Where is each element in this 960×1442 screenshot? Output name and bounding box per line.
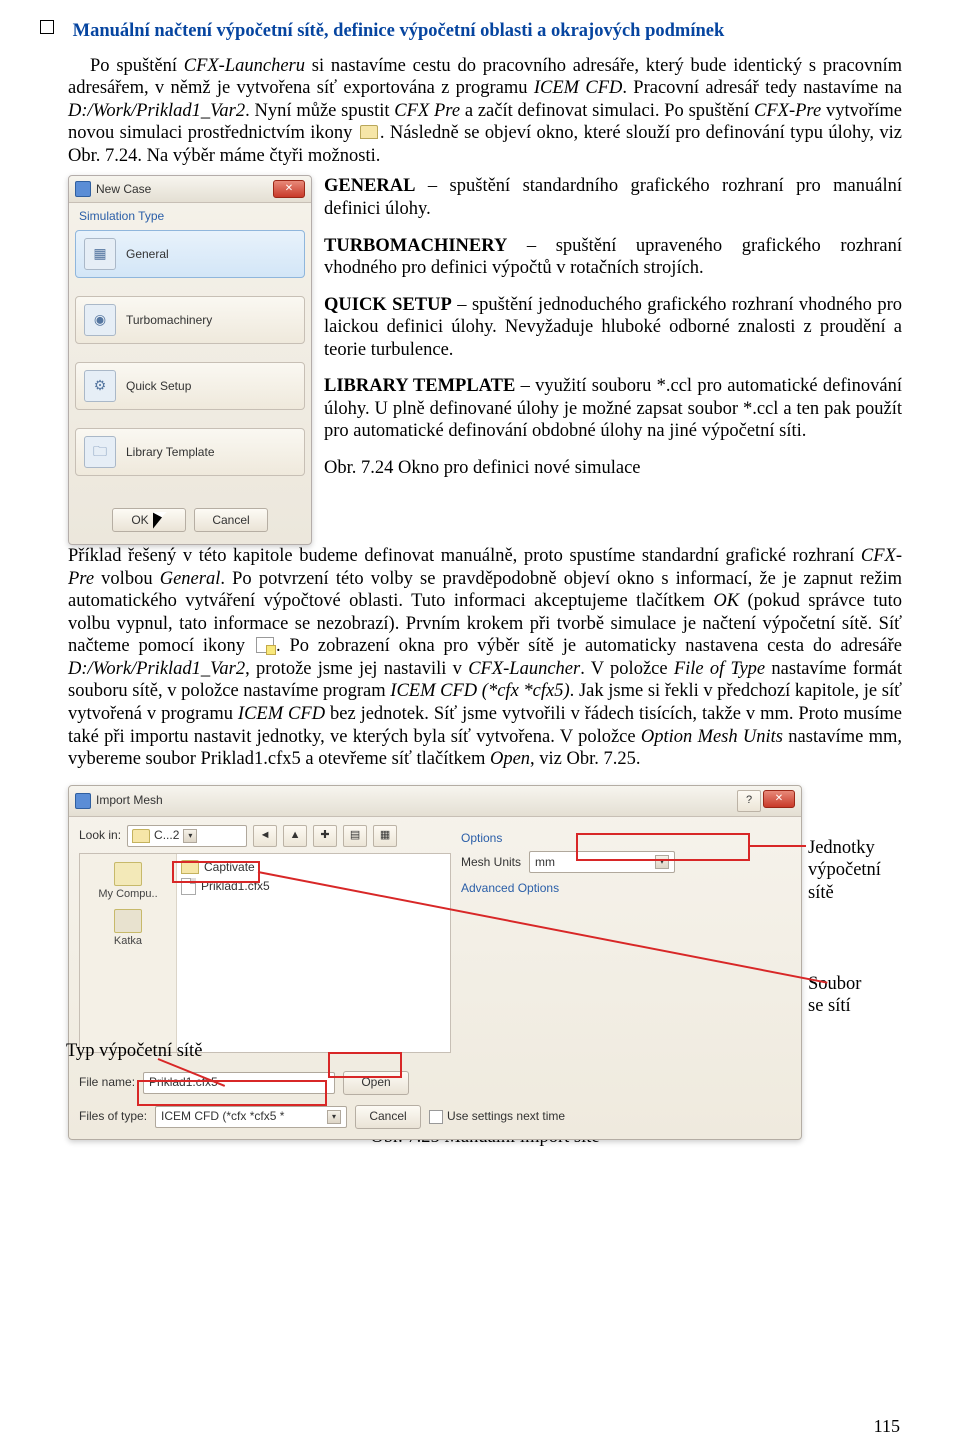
highlight-mesh-units — [576, 833, 750, 861]
new-case-window: New Case ✕ Simulation Type ▦ General ◉ T… — [68, 175, 312, 545]
paragraph-2: Příklad řešený v této kapitole budeme de… — [68, 545, 902, 771]
highlight-open — [328, 1052, 402, 1078]
library-icon: 🗀 — [84, 436, 116, 468]
sidebar-user[interactable]: Katka — [84, 905, 172, 952]
back-button[interactable]: ◄ — [253, 825, 277, 847]
folder-icon — [132, 829, 150, 843]
window-titlebar: New Case ✕ — [69, 176, 311, 203]
computer-icon — [114, 862, 142, 886]
cursor-icon — [153, 512, 167, 528]
mesh-import-icon — [256, 637, 274, 653]
close-button[interactable]: ✕ — [763, 790, 795, 808]
up-button[interactable]: ▲ — [283, 825, 307, 847]
app-icon — [75, 793, 91, 809]
filetype-combo[interactable]: ICEM CFD (*cfx *cfx5 * ▾ — [155, 1106, 347, 1128]
file-browser: My Compu.. Katka Captivate — [79, 853, 451, 1053]
import-title: Import Mesh — [96, 793, 163, 808]
look-in-combo[interactable]: C...2 ▾ — [127, 825, 247, 847]
annotation-units: Jednotky výpočetní sítě — [808, 837, 881, 905]
cancel-button[interactable]: Cancel — [194, 508, 268, 532]
mesh-units-label: Mesh Units — [461, 855, 521, 870]
close-button[interactable]: ✕ — [273, 180, 305, 198]
section-heading: Manuální načtení výpočetní sítě, definic… — [73, 21, 725, 41]
option-library-template[interactable]: 🗀 Library Template — [75, 428, 305, 476]
use-next-label: Use settings next time — [447, 1109, 565, 1124]
bullet-square-icon — [40, 20, 54, 34]
view-detail-button[interactable]: ▦ — [373, 825, 397, 847]
filetype-label: Files of type: — [79, 1109, 147, 1124]
app-icon — [75, 181, 91, 197]
general-icon: ▦ — [84, 238, 116, 270]
paragraph-1: Po spuštění CFX-Launcheru si nastavíme c… — [68, 55, 902, 168]
ok-button[interactable]: OK — [112, 508, 186, 532]
simulation-type-label: Simulation Type — [69, 203, 311, 226]
quick-icon: ⚙ — [84, 370, 116, 402]
turbo-icon: ◉ — [84, 304, 116, 336]
folder-icon — [360, 125, 378, 139]
page-number: 115 — [874, 1416, 900, 1438]
highlight-file — [172, 861, 260, 883]
cancel-button[interactable]: Cancel — [355, 1105, 421, 1129]
chevron-down-icon: ▾ — [183, 829, 197, 843]
window-title: New Case — [96, 182, 151, 197]
highlight-filetype — [137, 1080, 327, 1106]
new-folder-button[interactable]: ✚ — [313, 825, 337, 847]
import-titlebar: Import Mesh ? ✕ — [69, 786, 801, 817]
advanced-options-label: Advanced Options — [461, 881, 791, 896]
chevron-down-icon: ▾ — [327, 1110, 341, 1124]
sidebar-my-computer[interactable]: My Compu.. — [84, 858, 172, 905]
annotation-type: Typ výpočetní sítě — [66, 1040, 202, 1063]
option-turbomachinery[interactable]: ◉ Turbomachinery — [75, 296, 305, 344]
annotation-line — [748, 845, 806, 847]
filename-label: File name: — [79, 1075, 135, 1090]
figure-caption-1: Obr. 7.24 Okno pro definici nové simulac… — [324, 457, 902, 480]
view-list-button[interactable]: ▤ — [343, 825, 367, 847]
option-descriptions: GENERAL – spuštění standardního grafické… — [324, 175, 902, 545]
user-folder-icon — [114, 909, 142, 933]
checkbox[interactable] — [429, 1110, 443, 1124]
option-quick-setup[interactable]: ⚙ Quick Setup — [75, 362, 305, 410]
help-button[interactable]: ? — [737, 790, 761, 812]
look-in-label: Look in: — [79, 828, 121, 843]
option-general[interactable]: ▦ General — [75, 230, 305, 278]
